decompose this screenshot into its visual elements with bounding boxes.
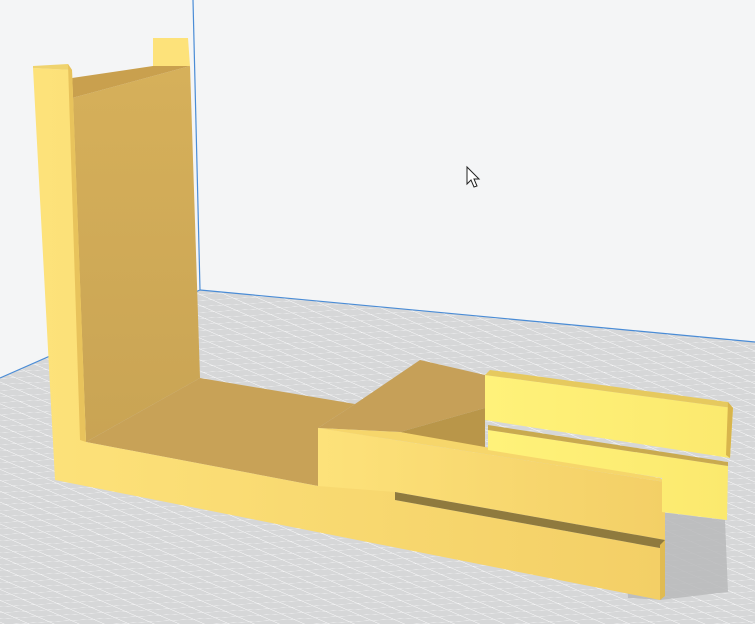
3d-viewport[interactable] (0, 0, 755, 624)
arrow-pointer-icon (466, 165, 481, 188)
model-back-wall (72, 66, 200, 442)
scene-canvas[interactable] (0, 0, 755, 624)
